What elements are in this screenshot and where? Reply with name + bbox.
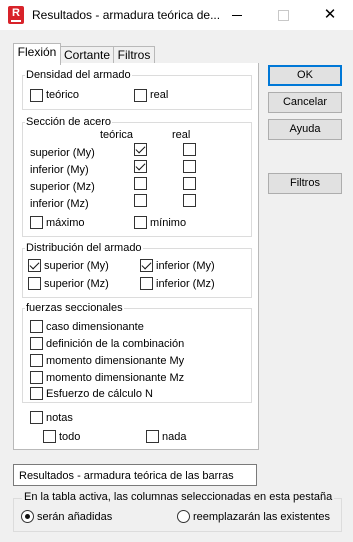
group-densidad-title: Densidad del armado	[25, 69, 132, 81]
label-definicion-combinacion: definición de la combinación	[46, 338, 185, 350]
group-distribucion-title: Distribución del armado	[25, 242, 143, 254]
checkbox-seccion-superior-mz-teorica[interactable]	[134, 177, 147, 190]
tab-filtros[interactable]: Filtros	[113, 46, 155, 64]
radio-replace-columns[interactable]	[177, 510, 190, 523]
label-replace-columns: reemplazarán las existentes	[193, 511, 330, 523]
label-dist-inferior-mz: inferior (Mz)	[156, 278, 215, 290]
cancel-button[interactable]: Cancelar	[268, 92, 342, 113]
checkbox-notas-nada[interactable]	[146, 430, 159, 443]
minimize-button[interactable]	[215, 0, 261, 30]
checkbox-seccion-inferior-mz-real[interactable]	[183, 194, 196, 207]
checkbox-seccion-inferior-my-teorica[interactable]	[134, 160, 147, 173]
checkbox-seccion-superior-my-teorica[interactable]	[134, 143, 147, 156]
label-dist-superior-mz: superior (Mz)	[44, 278, 109, 290]
checkbox-seccion-superior-my-real[interactable]	[183, 143, 196, 156]
group-distribucion	[22, 248, 252, 298]
label-densidad-teorico: teórico	[46, 89, 80, 101]
checkbox-dist-inferior-my[interactable]	[140, 259, 153, 272]
ok-button[interactable]: OK	[268, 65, 342, 86]
checkbox-seccion-superior-mz-real[interactable]	[183, 177, 196, 190]
close-icon: ✕	[323, 6, 337, 23]
group-fuerzas-title: fuerzas seccionales	[25, 302, 124, 314]
label-add-columns: serán añadidas	[37, 511, 113, 523]
tab-cortante[interactable]: Cortante	[60, 46, 114, 64]
checkbox-notas-todo[interactable]	[43, 430, 56, 443]
label-momento-mz: momento dimensionante Mz	[46, 372, 185, 384]
label-notas-nada: nada	[162, 431, 187, 443]
label-esfuerzo-n: Esfuerzo de cálculo N	[46, 388, 153, 400]
checkbox-momento-my[interactable]	[30, 354, 43, 367]
label-superior-mz: superior (Mz)	[30, 181, 95, 193]
app-icon: R	[8, 6, 24, 24]
group-seccion-title: Sección de acero	[25, 116, 112, 128]
label-momento-my: momento dimensionante My	[46, 355, 185, 367]
checkbox-dist-superior-mz[interactable]	[28, 277, 41, 290]
label-dist-superior-my: superior (My)	[44, 260, 109, 272]
checkbox-seccion-inferior-mz-teorica[interactable]	[134, 194, 147, 207]
checkbox-densidad-teorico[interactable]	[30, 89, 43, 102]
label-minimo: mínimo	[150, 217, 187, 229]
checkbox-densidad-real[interactable]	[134, 89, 147, 102]
radio-add-columns[interactable]	[21, 510, 34, 523]
label-caso-dimensionante: caso dimensionante	[46, 321, 144, 333]
label-maximo: máximo	[46, 217, 85, 229]
help-button[interactable]: Ayuda	[268, 119, 342, 140]
label-notas: notas	[46, 412, 73, 424]
maximize-button	[261, 0, 307, 30]
tab-flexion[interactable]: Flexión	[13, 43, 61, 65]
label-densidad-real: real	[150, 89, 169, 101]
checkbox-caso-dimensionante[interactable]	[30, 320, 43, 333]
maximize-icon	[278, 10, 289, 21]
checkbox-dist-inferior-mz[interactable]	[140, 277, 153, 290]
label-notas-todo: todo	[59, 431, 81, 443]
checkbox-seccion-inferior-my-real[interactable]	[183, 160, 196, 173]
tab-panel: Densidad del armado teórico real Sección…	[13, 63, 259, 450]
checkbox-esfuerzo-n[interactable]	[30, 387, 43, 400]
checkbox-dist-superior-my[interactable]	[28, 259, 41, 272]
label-inferior-mz: inferior (Mz)	[30, 198, 89, 210]
label-dist-inferior-my: inferior (My)	[156, 260, 215, 272]
filters-button[interactable]: Filtros	[268, 173, 342, 194]
close-button[interactable]: ✕	[307, 0, 353, 30]
minimize-icon	[232, 15, 242, 16]
checkbox-minimo[interactable]	[134, 216, 147, 229]
group-columns-mode-title: En la tabla activa, las columnas selecci…	[22, 491, 335, 503]
window-title: Resultados - armadura teórica de...	[32, 8, 221, 22]
checkbox-momento-mz[interactable]	[30, 371, 43, 384]
column-header-teorica: teórica	[100, 129, 134, 141]
result-name-field[interactable]: Resultados - armadura teórica de las bar…	[13, 464, 257, 486]
label-inferior-my: inferior (My)	[30, 164, 89, 176]
checkbox-definicion-combinacion[interactable]	[30, 337, 43, 350]
column-header-real: real	[172, 129, 191, 141]
checkbox-maximo[interactable]	[30, 216, 43, 229]
label-superior-my: superior (My)	[30, 147, 95, 159]
checkbox-notas[interactable]	[30, 411, 43, 424]
